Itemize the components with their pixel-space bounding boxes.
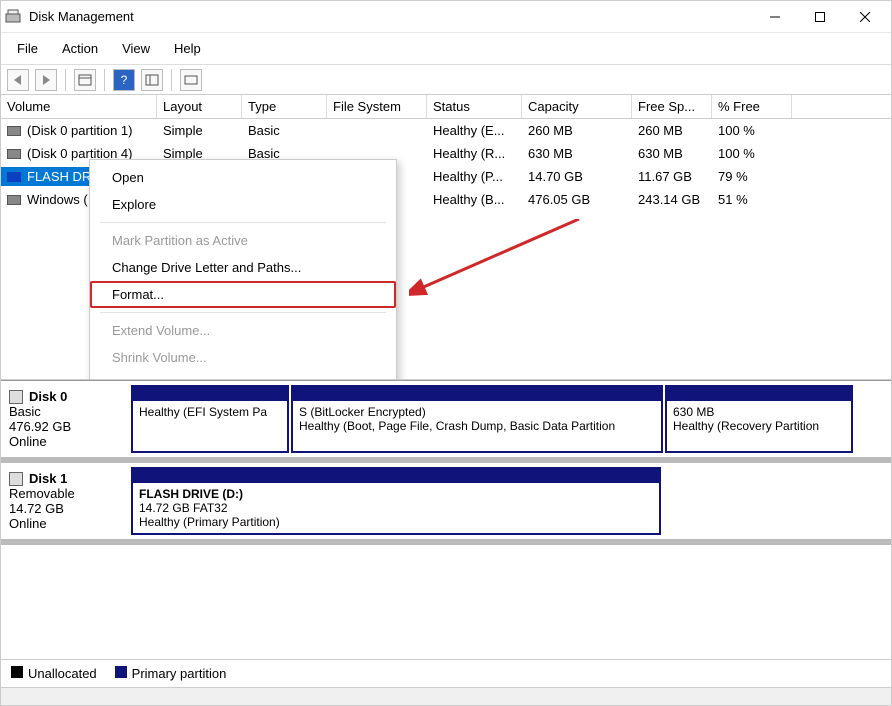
ctx-mark-active: Mark Partition as Active xyxy=(90,227,396,254)
window-title: Disk Management xyxy=(29,9,752,24)
toolbar-view-button[interactable] xyxy=(74,69,96,91)
partition[interactable]: S (BitLocker Encrypted)Healthy (Boot, Pa… xyxy=(291,385,663,453)
annotation-arrow xyxy=(409,219,589,309)
menu-file[interactable]: File xyxy=(7,37,48,60)
disk-row: Disk 0Basic476.92 GBOnlineHealthy (EFI S… xyxy=(1,381,891,463)
ctx-delete[interactable]: Delete Volume... xyxy=(90,371,396,379)
titlebar: Disk Management xyxy=(1,1,891,33)
disk-map: Disk 0Basic476.92 GBOnlineHealthy (EFI S… xyxy=(1,380,891,659)
toolbar-list-button[interactable] xyxy=(141,69,163,91)
menubar: File Action View Help xyxy=(1,33,891,65)
ctx-extend: Extend Volume... xyxy=(90,317,396,344)
partition[interactable]: 630 MBHealthy (Recovery Partition xyxy=(665,385,853,453)
nav-forward-button[interactable] xyxy=(35,69,57,91)
ctx-explore[interactable]: Explore xyxy=(90,191,396,218)
ctx-open[interactable]: Open xyxy=(90,164,396,191)
disk-icon xyxy=(9,390,23,404)
maximize-button[interactable] xyxy=(797,2,842,32)
legend: Unallocated Primary partition xyxy=(1,659,891,687)
disk-row: Disk 1Removable14.72 GBOnlineFLASH DRIVE… xyxy=(1,463,891,545)
partition[interactable]: Healthy (EFI System Pa xyxy=(131,385,289,453)
toolbar: ? xyxy=(1,65,891,95)
col-layout[interactable]: Layout xyxy=(157,95,242,118)
menu-help[interactable]: Help xyxy=(164,37,211,60)
toolbar-detail-button[interactable] xyxy=(180,69,202,91)
volume-row[interactable]: (Disk 0 partition 1)SimpleBasicHealthy (… xyxy=(1,119,891,142)
context-menu: Open Explore Mark Partition as Active Ch… xyxy=(89,159,397,379)
app-icon xyxy=(5,9,21,25)
ctx-change-letter[interactable]: Change Drive Letter and Paths... xyxy=(90,254,396,281)
col-type[interactable]: Type xyxy=(242,95,327,118)
ctx-shrink: Shrink Volume... xyxy=(90,344,396,371)
col-filesystem[interactable]: File System xyxy=(327,95,427,118)
grid-header: Volume Layout Type File System Status Ca… xyxy=(1,95,891,119)
menu-action[interactable]: Action xyxy=(52,37,108,60)
nav-back-button[interactable] xyxy=(7,69,29,91)
ctx-format[interactable]: Format... xyxy=(90,281,396,308)
disk-info: Disk 0Basic476.92 GBOnline xyxy=(7,385,125,453)
legend-unallocated: Unallocated xyxy=(11,666,97,681)
minimize-button[interactable] xyxy=(752,2,797,32)
disk-icon xyxy=(9,472,23,486)
col-volume[interactable]: Volume xyxy=(1,95,157,118)
grid-body: (Disk 0 partition 1)SimpleBasicHealthy (… xyxy=(1,119,891,379)
partition[interactable]: FLASH DRIVE (D:)14.72 GB FAT32Healthy (P… xyxy=(131,467,661,535)
col-free[interactable]: Free Sp... xyxy=(632,95,712,118)
close-button[interactable] xyxy=(842,2,887,32)
col-status[interactable]: Status xyxy=(427,95,522,118)
volume-grid: Volume Layout Type File System Status Ca… xyxy=(1,95,891,380)
horizontal-scrollbar[interactable] xyxy=(1,687,891,705)
menu-view[interactable]: View xyxy=(112,37,160,60)
legend-primary: Primary partition xyxy=(115,666,227,681)
disk-info: Disk 1Removable14.72 GBOnline xyxy=(7,467,125,535)
col-pct[interactable]: % Free xyxy=(712,95,792,118)
toolbar-help-button[interactable]: ? xyxy=(113,69,135,91)
col-capacity[interactable]: Capacity xyxy=(522,95,632,118)
